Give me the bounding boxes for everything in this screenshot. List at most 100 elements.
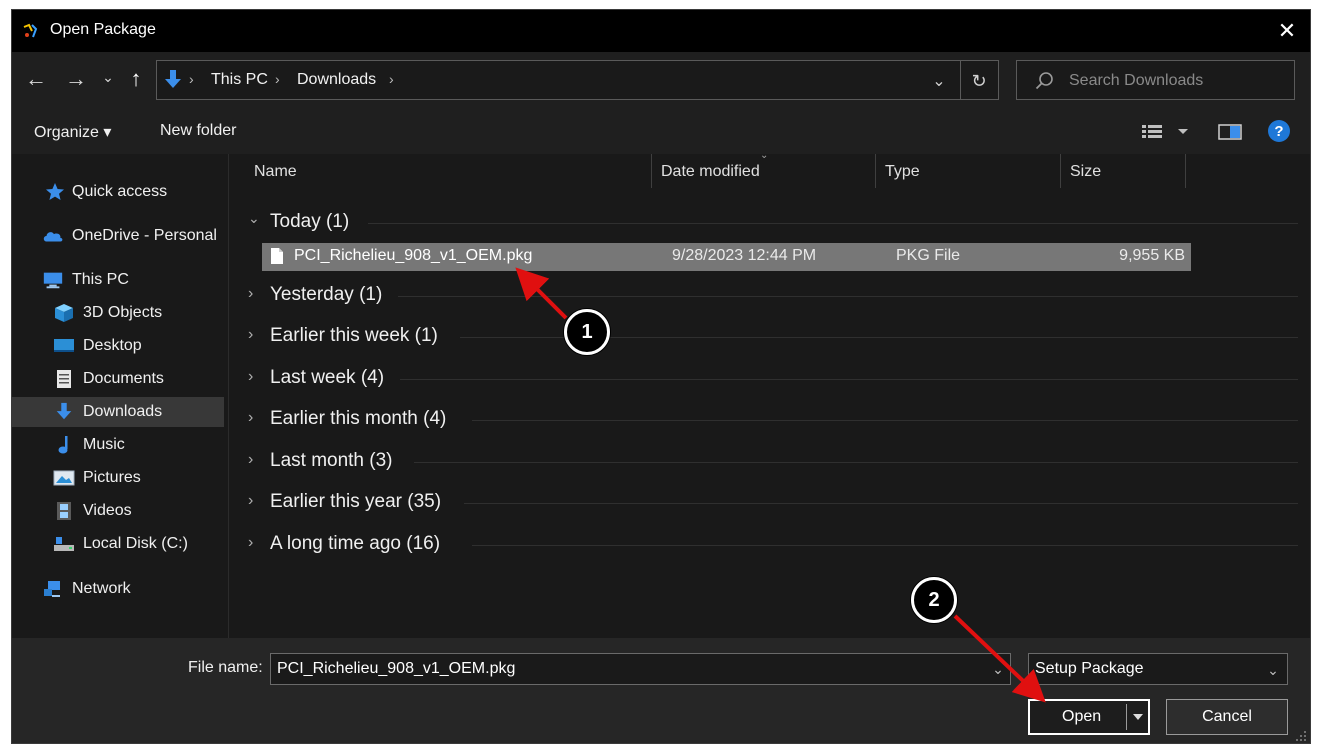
- sidebar-item-label: Documents: [83, 370, 164, 387]
- sidebar-item-documents[interactable]: Documents: [12, 364, 224, 394]
- column-header-date-modified[interactable]: Date modified: [661, 154, 760, 190]
- sidebar-item-label: Videos: [83, 502, 132, 519]
- group-header-last-month[interactable]: › Last month (3): [238, 445, 1298, 479]
- forward-button[interactable]: →: [64, 66, 88, 92]
- column-divider[interactable]: [875, 154, 876, 188]
- download-arrow-icon: [56, 402, 72, 420]
- sidebar-item-quick-access[interactable]: Quick access: [12, 177, 224, 207]
- sidebar-item-local-disk[interactable]: Local Disk (C:): [12, 529, 224, 559]
- group-divider: [472, 420, 1298, 421]
- search-icon: [1035, 72, 1053, 90]
- file-type-select[interactable]: Setup Package ⌄: [1028, 653, 1288, 685]
- column-divider[interactable]: [1060, 154, 1061, 188]
- close-button[interactable]: ✕: [1272, 16, 1302, 46]
- search-box[interactable]: [1016, 60, 1295, 100]
- file-icon: [271, 248, 283, 264]
- group-label: Yesterday (1): [270, 284, 383, 305]
- file-row[interactable]: PCI_Richelieu_908_v1_OEM.pkg 9/28/2023 1…: [262, 243, 1191, 271]
- column-divider[interactable]: [1185, 154, 1186, 188]
- column-header-name[interactable]: Name: [254, 154, 297, 190]
- sidebar-item-downloads[interactable]: Downloads: [12, 397, 224, 427]
- group-label: Last week (4): [270, 367, 385, 388]
- search-input[interactable]: [1067, 67, 1291, 95]
- view-options-icon[interactable]: [1142, 124, 1190, 140]
- chevron-right-icon: ›: [248, 285, 254, 302]
- open-button[interactable]: Open: [1028, 699, 1150, 735]
- up-arrow-icon: ↑: [130, 66, 142, 91]
- chevron-right-icon: ›: [248, 368, 254, 385]
- refresh-button[interactable]: ↻: [965, 67, 993, 95]
- breadcrumb-this-pc[interactable]: This PC: [211, 71, 268, 89]
- group-header-a-long-time-ago[interactable]: › A long time ago (16): [238, 528, 1298, 562]
- group-header-last-week[interactable]: › Last week (4): [238, 362, 1298, 396]
- column-header-size[interactable]: Size: [1070, 154, 1101, 190]
- breadcrumb-separator: ›: [275, 71, 280, 87]
- cloud-icon: [43, 232, 63, 242]
- back-button[interactable]: ←: [24, 66, 48, 92]
- file-name-dropdown-button[interactable]: ⌄: [988, 659, 1008, 679]
- open-options-dropdown-button[interactable]: [1128, 707, 1148, 727]
- group-header-earlier-this-month[interactable]: › Earlier this month (4): [238, 403, 1298, 437]
- chevron-right-icon: ›: [248, 534, 254, 551]
- new-folder-button[interactable]: New folder: [160, 122, 236, 140]
- recent-locations-button[interactable]: ⌄: [100, 66, 116, 88]
- column-divider[interactable]: [651, 154, 652, 188]
- close-icon: ✕: [1277, 18, 1297, 43]
- download-arrow-icon: [165, 70, 181, 88]
- sidebar-item-music[interactable]: Music: [12, 430, 224, 460]
- column-header-type[interactable]: Type: [885, 154, 920, 190]
- group-header-today[interactable]: ⌄ Today (1): [238, 206, 1298, 240]
- star-icon: [46, 183, 64, 200]
- sidebar-item-label: Local Disk (C:): [83, 535, 188, 552]
- sidebar-item-pictures[interactable]: Pictures: [12, 463, 224, 493]
- sidebar-item-label: Music: [83, 436, 125, 453]
- sidebar-item-label: Desktop: [83, 337, 142, 354]
- group-divider: [414, 462, 1298, 463]
- file-name-label: File name:: [188, 659, 263, 676]
- group-label: Earlier this year (35): [270, 491, 442, 512]
- resize-grip-icon[interactable]: [1295, 730, 1307, 742]
- file-type-value: Setup Package: [1035, 660, 1144, 677]
- file-type-dropdown-button[interactable]: ⌄: [1263, 660, 1283, 680]
- address-bar[interactable]: › This PC › Downloads › ⌄ ↻: [156, 60, 999, 100]
- chevron-right-icon: ›: [248, 326, 254, 343]
- window-title: Open Package: [50, 21, 156, 38]
- annotation-callout-2: 2: [911, 577, 957, 623]
- chevron-right-icon: ›: [248, 492, 254, 509]
- film-icon: [57, 502, 71, 520]
- file-name-field[interactable]: PCI_Richelieu_908_v1_OEM.pkg ⌄: [270, 653, 1011, 685]
- navigation-pane: Quick access OneDrive - Personal This PC…: [12, 154, 228, 638]
- open-button-divider: [1126, 704, 1127, 730]
- cube-icon: [55, 304, 73, 322]
- chevron-down-icon: ⌄: [248, 210, 260, 226]
- group-divider: [464, 503, 1298, 504]
- navigation-bar: ← → ⌄ ↑ › This PC › Downloads › ⌄ ↻ Sear…: [12, 52, 1310, 110]
- group-header-earlier-this-year[interactable]: › Earlier this year (35): [238, 486, 1298, 520]
- sidebar-item-label: Downloads: [83, 403, 163, 420]
- group-label: A long time ago (16): [270, 533, 441, 554]
- sidebar-item-label: 3D Objects: [83, 304, 163, 321]
- computer-icon: [43, 272, 63, 289]
- address-dropdown-button[interactable]: ⌄: [927, 69, 951, 93]
- help-button[interactable]: ?: [1268, 120, 1290, 142]
- help-icon: ?: [1274, 122, 1284, 140]
- cancel-button[interactable]: Cancel: [1166, 699, 1288, 735]
- organize-button[interactable]: Organize ▾: [34, 122, 111, 142]
- sidebar-item-desktop[interactable]: Desktop: [12, 331, 224, 361]
- breadcrumb-downloads[interactable]: Downloads: [297, 71, 376, 89]
- annotation-callout-1: 1: [564, 309, 610, 355]
- sidebar-item-onedrive[interactable]: OneDrive - Personal: [12, 221, 224, 251]
- sidebar-item-videos[interactable]: Videos: [12, 496, 224, 526]
- sidebar-item-this-pc[interactable]: This PC: [12, 265, 224, 295]
- preview-pane-icon[interactable]: [1218, 123, 1242, 141]
- group-header-yesterday[interactable]: › Yesterday (1): [238, 279, 1298, 313]
- group-header-earlier-this-week[interactable]: › Earlier this week (1): [238, 320, 1298, 354]
- document-icon: [57, 370, 71, 388]
- sidebar-item-network[interactable]: Network: [12, 574, 224, 604]
- group-divider: [368, 223, 1298, 224]
- sidebar-item-3d-objects[interactable]: 3D Objects: [12, 298, 224, 328]
- drive-icon: [54, 537, 74, 551]
- picture-icon: [53, 470, 75, 486]
- up-button[interactable]: ↑: [126, 66, 146, 92]
- pane-splitter[interactable]: [228, 154, 229, 638]
